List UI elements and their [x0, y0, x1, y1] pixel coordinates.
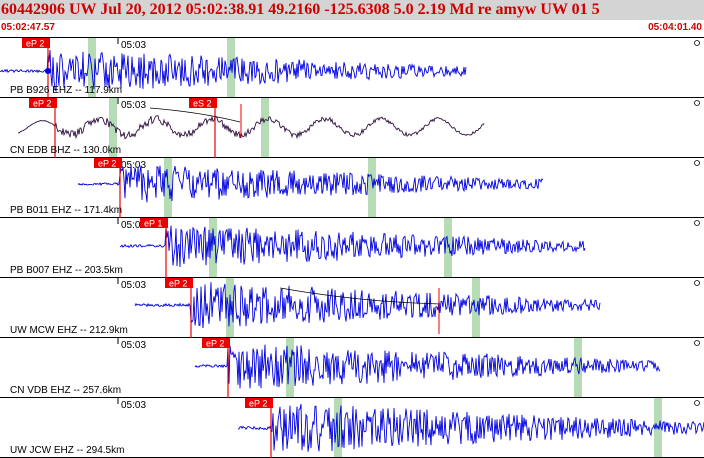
phase-band — [227, 38, 235, 98]
station-panel-5: 05:03 eP 2 UW MCW EHZ -- 212.9km — [0, 278, 704, 338]
time-tick-label: 05:03 — [121, 340, 146, 351]
p-pick-label: eP 2 — [206, 339, 224, 349]
panel-edge-marker — [694, 100, 700, 106]
seismogram-panels[interactable]: 05:03 eP 2 PB B926 EHZ -- 117.9km 05:03 eP 2… — [0, 0, 704, 458]
time-tick-label: 05:03 — [121, 160, 146, 171]
time-tick-label: 05:03 — [121, 40, 146, 51]
waveform-trace — [237, 403, 704, 452]
station-label: CN EDB BHZ -- 130.0km — [10, 145, 121, 156]
phase-band — [368, 158, 376, 218]
p-pick-label: eP 2 — [33, 99, 51, 109]
station-panel-2: 05:03 eP 2 eS 2 CN EDB BHZ -- 130.0km — [0, 98, 704, 158]
trace-start-marker — [45, 68, 51, 74]
station-panel-1: 05:03 eP 2 PB B926 EHZ -- 117.9km — [0, 38, 704, 98]
p-pick-label: eP 2 — [26, 39, 44, 49]
waveform-trace — [194, 344, 661, 389]
panel-edge-marker — [694, 340, 700, 346]
time-tick-label: 05:03 — [121, 400, 146, 411]
time-tick-label: 05:03 — [121, 100, 146, 111]
panel-edge-marker — [694, 220, 700, 226]
waveform-trace — [119, 225, 586, 268]
station-panel-6: 05:03 eP 2 CN VDB EHZ -- 257.6km — [0, 338, 704, 398]
s-pick-label: eS 2 — [193, 99, 212, 109]
station-label: UW MCW EHZ -- 212.9km — [10, 325, 128, 336]
station-label: UW JCW EHZ -- 294.5km — [10, 445, 124, 456]
station-label: CN VDB EHZ -- 257.6km — [10, 385, 121, 396]
p-pick-label: eP 2 — [98, 159, 116, 169]
waveform-trace — [17, 115, 485, 140]
station-label: PB B926 EHZ -- 117.9km — [10, 85, 122, 96]
time-tick-label: 05:03 — [121, 280, 146, 291]
panel-edge-marker — [694, 40, 700, 46]
panel-edge-marker — [694, 160, 700, 166]
p-pick-label: eP 2 — [169, 279, 187, 289]
p-pick-label: eP 1 — [144, 219, 162, 229]
p-pick-label: eP 2 — [249, 399, 267, 409]
station-label: PB B011 EHZ -- 171.4km — [10, 205, 122, 216]
station-panel-4: 05:03eP 1PB B007 EHZ -- 203.5km — [0, 218, 704, 278]
phase-band — [261, 98, 269, 158]
panel-edge-marker — [694, 280, 700, 286]
travel-time-curve — [149, 107, 241, 123]
waveform-trace — [134, 282, 601, 329]
station-label: PB B007 EHZ -- 203.5km — [10, 265, 123, 276]
waveform-trace — [77, 165, 544, 203]
station-panel-3: 05:03 eP 2 PB B011 EHZ -- 171.4km — [0, 158, 704, 218]
panel-edge-marker — [694, 400, 700, 406]
station-panel-7: 05:03 eP 2 UW JCW EHZ -- 294.5km — [0, 398, 704, 458]
